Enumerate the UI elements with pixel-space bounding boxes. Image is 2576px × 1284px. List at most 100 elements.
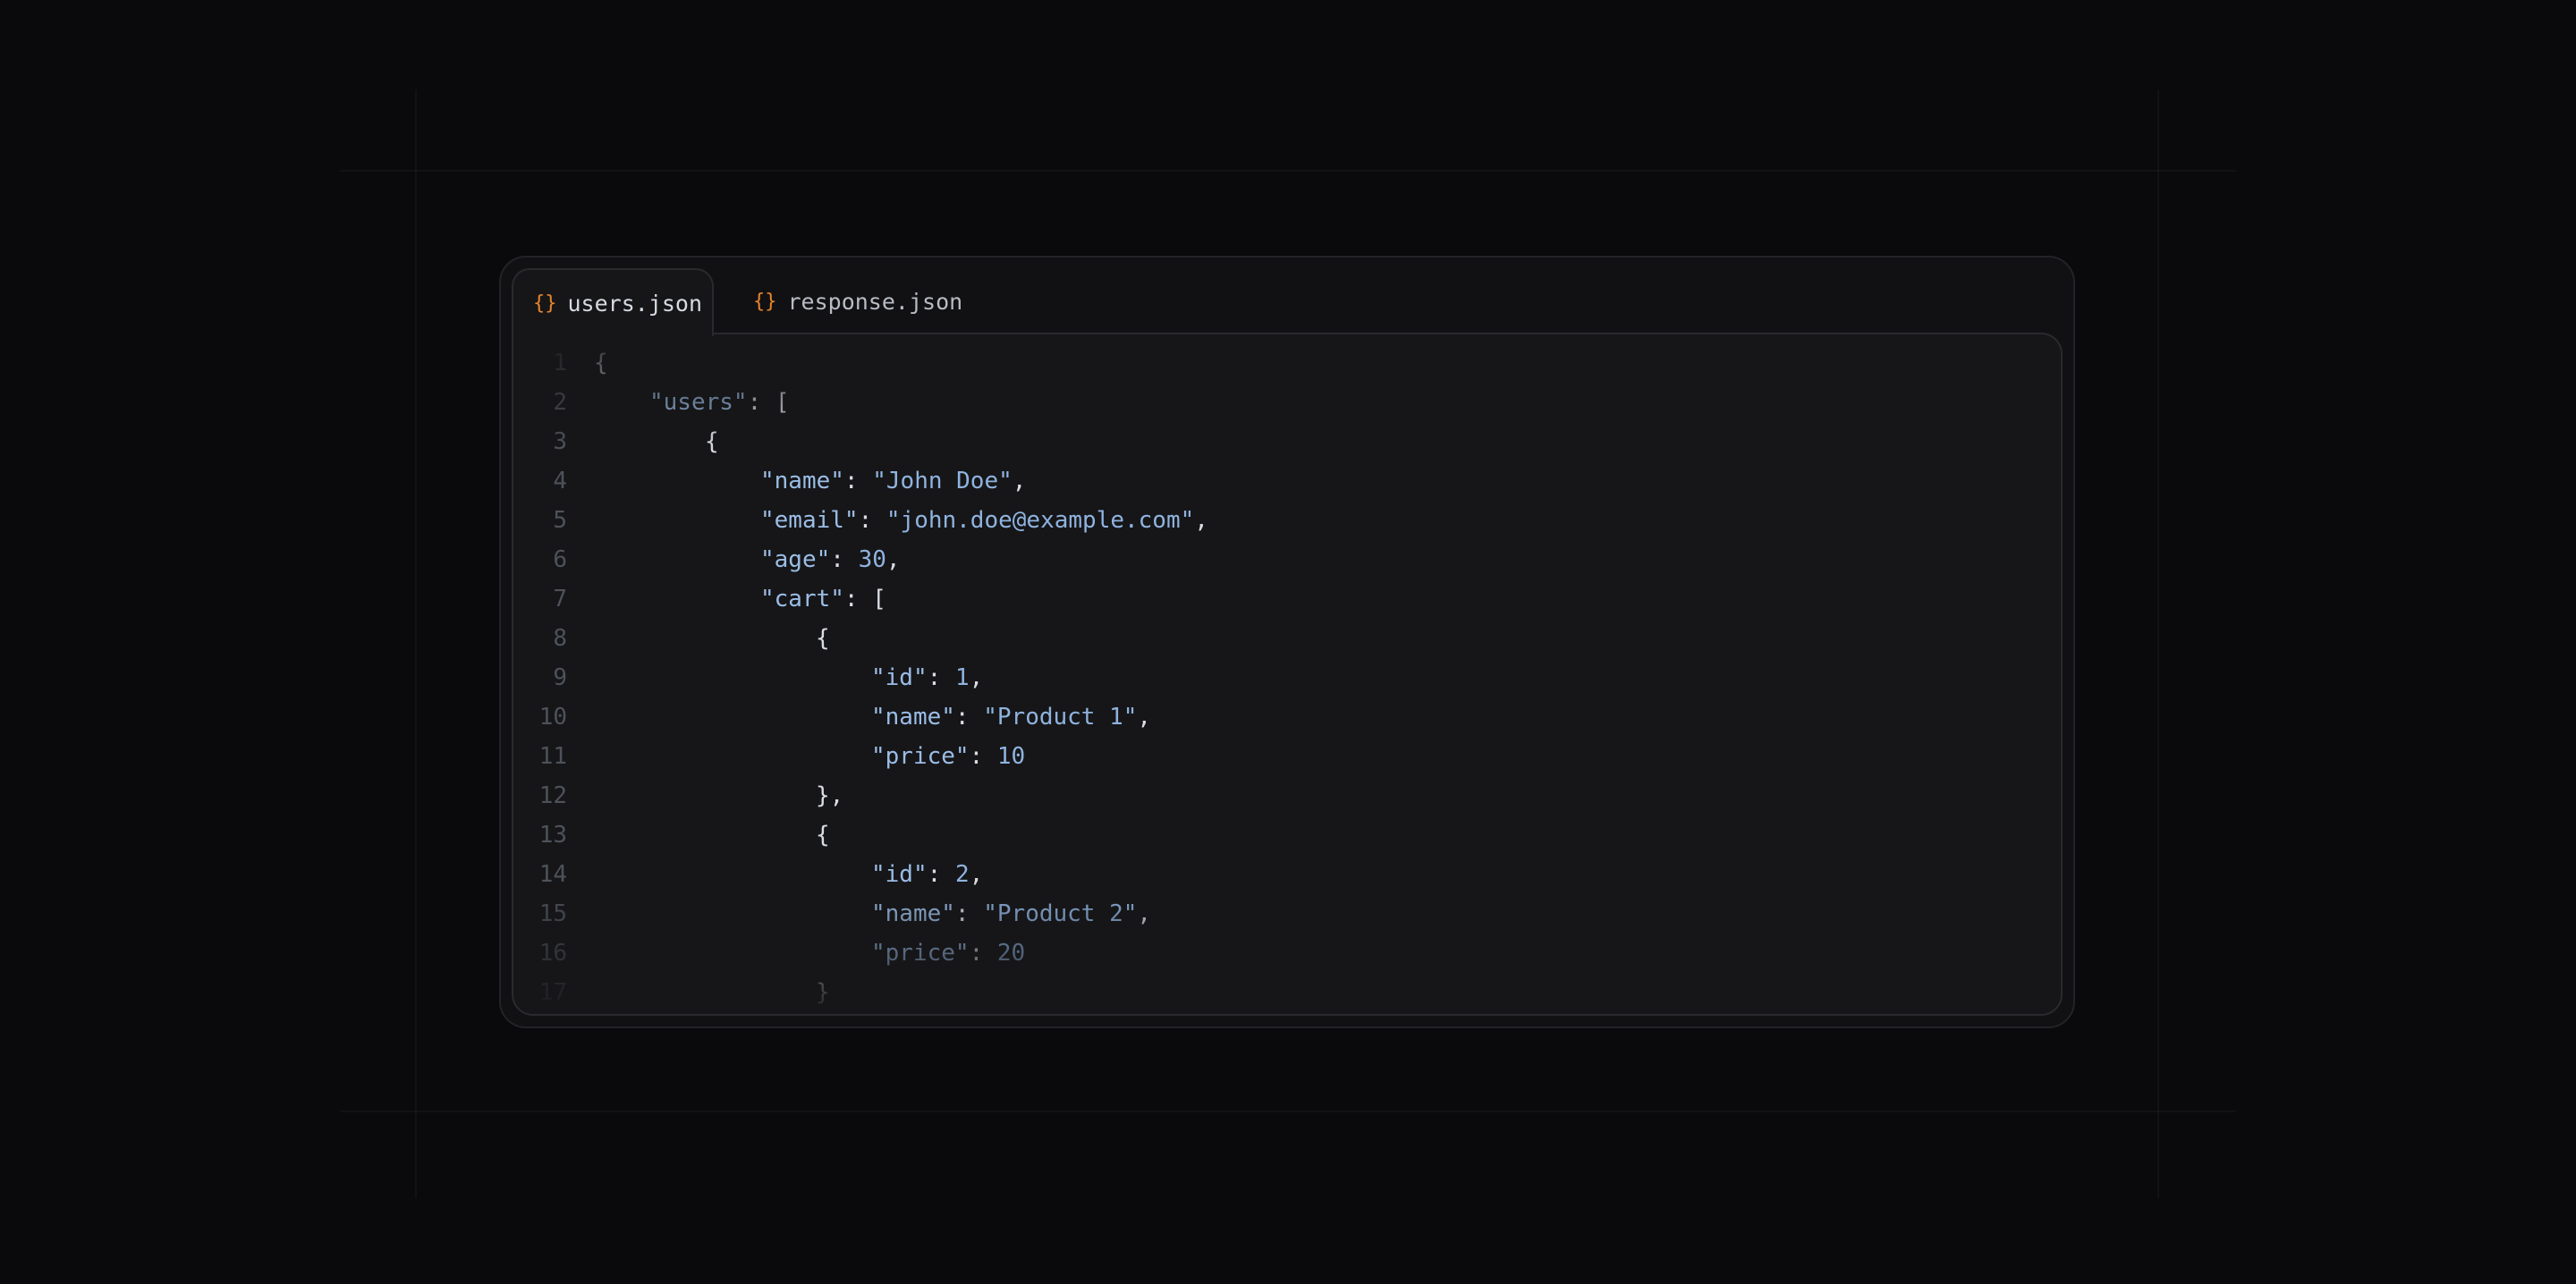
json-punctuation: , (886, 546, 901, 573)
json-key: "price" (871, 743, 970, 770)
json-punctuation: : [ (747, 389, 790, 416)
line-content: "name": "Product 2", (594, 900, 1151, 927)
braces-icon: {} (753, 290, 777, 313)
json-key: "age" (760, 546, 831, 573)
json-number: 20 (996, 940, 1026, 967)
json-key: "name" (760, 468, 844, 494)
line-number: 15 (538, 900, 567, 927)
json-punctuation: : (954, 900, 984, 927)
line-number: 7 (553, 586, 567, 612)
json-key: "email" (760, 507, 859, 534)
tab-bar: {} users.json {} response.json (512, 268, 2063, 336)
line-content: } (594, 979, 830, 1006)
json-punctuation: : (954, 704, 984, 731)
line-number: 2 (553, 389, 567, 416)
json-number: 1 (954, 664, 970, 691)
line-content: { (594, 350, 608, 376)
json-number: 30 (858, 546, 886, 573)
line-number: 14 (538, 861, 567, 888)
json-string: "John Doe" (872, 468, 1013, 494)
line-content: "id": 1, (594, 664, 983, 691)
code-line: 2 "users": [ (513, 383, 2061, 422)
json-string: "john.doe@example.com" (886, 507, 1195, 534)
code-line: 4 "name": "John Doe", (513, 461, 2061, 501)
line-content: "email": "john.doe@example.com", (594, 507, 1208, 534)
code-line: 6 "age": 30, (513, 540, 2061, 579)
json-punctuation: { (594, 350, 608, 376)
line-content: "age": 30, (594, 546, 901, 573)
json-punctuation: } (816, 979, 830, 1006)
line-number: 4 (553, 468, 567, 494)
line-number: 1 (553, 350, 567, 376)
code-line: 1{ (513, 343, 2061, 383)
json-punctuation: : (969, 743, 997, 770)
line-content: "name": "John Doe", (594, 468, 1026, 494)
guide-line-right (2157, 89, 2159, 1198)
json-punctuation: , (969, 861, 984, 888)
json-punctuation: , (1012, 468, 1027, 494)
json-key: "name" (871, 900, 955, 927)
json-punctuation: { (816, 822, 830, 849)
code-editor[interactable]: 1{2 "users": [3{4 "name": "John Doe", 5 "ema… (512, 333, 2063, 1016)
code-window: {} users.json {} response.json 1{2 "users… (499, 256, 2075, 1028)
line-content: { (594, 428, 719, 455)
code-line: 16 "price": 20 (513, 933, 2061, 973)
braces-icon: {} (533, 291, 557, 315)
json-punctuation: { (705, 428, 719, 455)
code-line: 9 "id": 1, (513, 658, 2061, 697)
json-key: "name" (871, 704, 955, 731)
code-line: 11 "price": 10 (513, 737, 2061, 776)
code-line: 15 "name": "Product 2", (513, 894, 2061, 933)
line-content: { (594, 625, 830, 652)
code-line: 10 "name": "Product 1", (513, 697, 2061, 737)
code-line: 14 "id": 2, (513, 855, 2061, 894)
line-number: 8 (553, 625, 567, 652)
code-line: 17} (513, 973, 2061, 1012)
json-number: 2 (954, 861, 970, 888)
tab-response-json[interactable]: {} response.json (741, 268, 962, 334)
code-line: 8{ (513, 619, 2061, 658)
line-number: 3 (553, 428, 567, 455)
json-punctuation: : (969, 940, 997, 967)
line-number: 17 (538, 979, 567, 1006)
json-punctuation: : (830, 546, 859, 573)
line-content: "price": 20 (594, 940, 1025, 967)
line-number: 5 (553, 507, 567, 534)
tab-label: users.json (567, 290, 703, 317)
line-number: 11 (538, 743, 567, 770)
tab-users-json[interactable]: {} users.json (512, 268, 714, 336)
guide-line-left (415, 89, 417, 1198)
json-punctuation: : (927, 664, 955, 691)
line-number: 10 (538, 704, 567, 731)
code-line: 5 "email": "john.doe@example.com", (513, 501, 2061, 540)
json-key: "price" (871, 940, 970, 967)
json-key: "users" (649, 389, 748, 416)
json-number: 10 (996, 743, 1026, 770)
line-content: "name": "Product 1", (594, 704, 1151, 731)
line-number: 6 (553, 546, 567, 573)
code-line: 12}, (513, 776, 2061, 815)
line-content: "price": 10 (594, 743, 1025, 770)
line-content: }, (594, 782, 843, 809)
line-number: 9 (553, 664, 567, 691)
json-punctuation: : (843, 468, 873, 494)
json-string: "Product 2" (983, 900, 1138, 927)
tab-label: response.json (787, 288, 963, 315)
json-punctuation: , (1137, 704, 1152, 731)
json-key: "id" (871, 664, 928, 691)
line-content: { (594, 822, 830, 849)
guide-line-bottom (340, 1111, 2236, 1112)
code-lines: 1{2 "users": [3{4 "name": "John Doe", 5 "ema… (513, 343, 2061, 1012)
json-punctuation: : (927, 861, 955, 888)
line-content: "cart": [ (594, 586, 886, 612)
line-content: "id": 2, (594, 861, 983, 888)
json-punctuation: : (858, 507, 886, 534)
json-key: "id" (871, 861, 928, 888)
line-number: 12 (538, 782, 567, 809)
json-punctuation: , (1194, 507, 1208, 534)
json-punctuation: : [ (843, 586, 886, 612)
line-number: 13 (538, 822, 567, 849)
json-punctuation: { (816, 625, 830, 652)
code-line: 3{ (513, 422, 2061, 461)
line-content: "users": [ (594, 389, 790, 416)
